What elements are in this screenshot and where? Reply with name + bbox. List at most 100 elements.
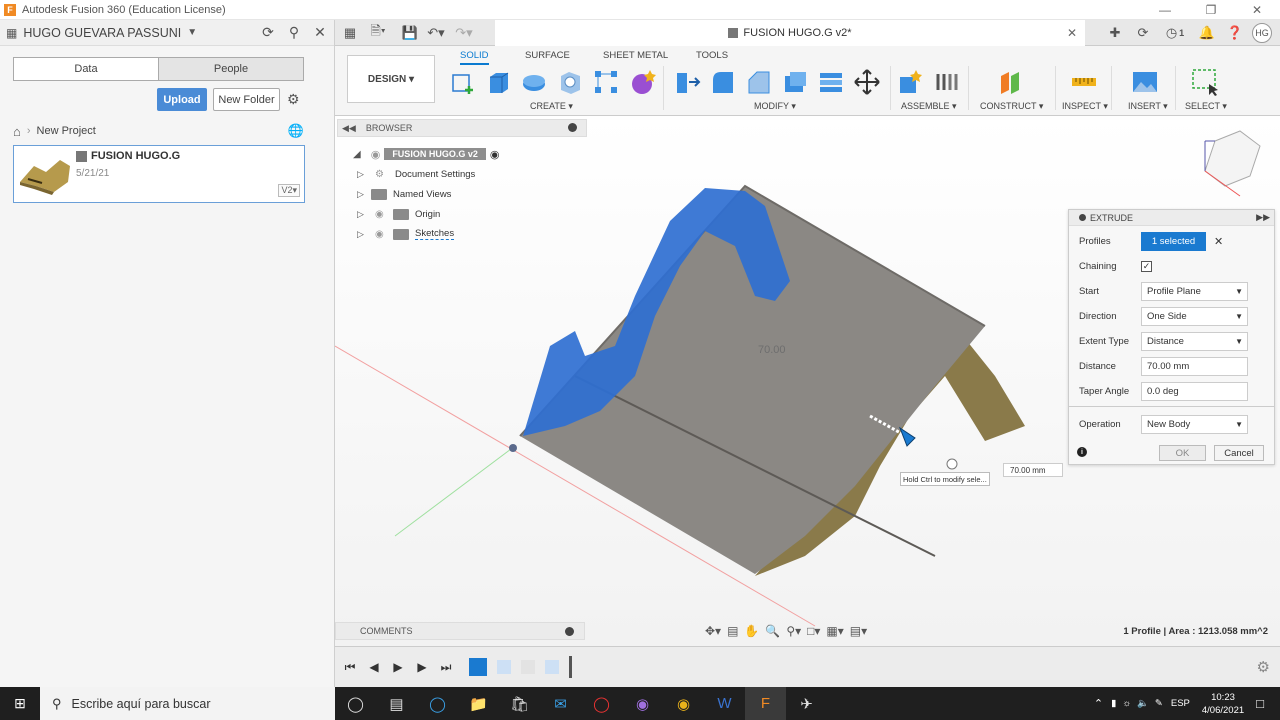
orbit-icon[interactable]: ✥▾ (705, 624, 721, 638)
tab-people[interactable]: People (158, 58, 303, 80)
timeline-feature[interactable] (521, 660, 535, 674)
clear-selection-icon[interactable]: ✕ (1214, 235, 1223, 248)
browser-pin-icon[interactable] (568, 123, 577, 132)
extent-type-dropdown[interactable]: Distance ▼ (1141, 331, 1248, 351)
user-name[interactable]: HUGO GUEVARA PASSUNI (23, 26, 181, 40)
home-icon[interactable]: ⌂ (13, 124, 21, 139)
chrome-icon[interactable]: ◉ (663, 687, 704, 720)
chamfer-icon[interactable] (745, 68, 773, 96)
activate-radio-icon[interactable]: ◉ (490, 148, 500, 161)
press-pull-icon[interactable] (673, 68, 701, 96)
browser-item[interactable]: ▷ ◉ Sketches (357, 225, 455, 243)
create-form-icon[interactable] (628, 68, 656, 96)
store-icon[interactable]: 🛍 (499, 687, 540, 720)
triangle-icon[interactable]: ◢ (353, 149, 361, 160)
new-tab-icon[interactable]: ✚ (1104, 22, 1126, 44)
browser-item[interactable]: ▷ ◉ Origin (357, 205, 440, 223)
view-cube[interactable] (1204, 130, 1261, 187)
expand-icon[interactable]: ▷ (357, 209, 367, 220)
timeline-feature[interactable] (497, 660, 511, 674)
look-at-icon[interactable]: ▤ (727, 624, 738, 638)
expand-icon[interactable]: ▷ (357, 189, 367, 200)
shell-icon[interactable] (781, 68, 809, 96)
ok-button[interactable]: OK (1159, 445, 1206, 461)
hole-icon[interactable] (556, 68, 584, 96)
profiles-selection-button[interactable]: 1 selected (1141, 231, 1206, 251)
close-window-button[interactable]: ✕ (1234, 0, 1280, 20)
zoom-icon[interactable]: 🔍 (765, 624, 780, 638)
sketch-icon[interactable] (448, 68, 476, 96)
start-dropdown[interactable]: Profile Plane ▼ (1141, 281, 1248, 301)
pen-icon[interactable]: ✎ (1155, 698, 1163, 709)
game-icon[interactable]: ◉ (622, 687, 663, 720)
info-icon[interactable]: i (1077, 447, 1087, 457)
construct-menu[interactable]: CONSTRUCT ▾ (980, 101, 1043, 112)
distance-input[interactable]: 70.00 mm (1003, 463, 1063, 477)
timeline-feature[interactable] (545, 660, 559, 674)
undo-icon[interactable]: ↶▾ (425, 22, 447, 44)
eye-icon[interactable]: ◉ (375, 209, 389, 220)
insert-menu[interactable]: INSERT ▾ (1128, 101, 1168, 112)
opera-icon[interactable]: ◯ (581, 687, 622, 720)
new-component-icon[interactable] (896, 68, 924, 96)
mail-icon[interactable]: ✉ (540, 687, 581, 720)
search-icon[interactable]: ⚲ (286, 24, 302, 40)
chevron-down-icon[interactable]: ▼ (187, 27, 197, 38)
minimize-button[interactable]: — (1142, 0, 1188, 20)
tab-solid[interactable]: SOLID (460, 50, 489, 65)
revolve-icon[interactable] (520, 68, 548, 96)
play-icon[interactable]: ▶ (391, 660, 405, 674)
extensions-icon[interactable]: ⟳ (1132, 22, 1154, 44)
volume-icon[interactable]: 🔈 (1137, 698, 1149, 709)
timeline-sketch-feature[interactable] (469, 658, 487, 676)
job-status-icon[interactable]: ◷ 1 (1160, 22, 1190, 44)
collapse-icon[interactable]: ◀◀ (342, 123, 356, 134)
fusion-taskbar-icon[interactable]: F (745, 687, 786, 720)
pattern-icon[interactable] (592, 68, 620, 96)
avatar[interactable]: HG (1252, 23, 1272, 43)
close-icon[interactable]: ✕ (312, 24, 328, 40)
move-icon[interactable] (853, 68, 881, 96)
notifications-icon[interactable]: □ (1256, 696, 1264, 711)
new-folder-button[interactable]: New Folder (213, 88, 280, 111)
browser-root[interactable]: ◢ ◉ FUSION HUGO.G v2 ◉ (353, 146, 499, 162)
grid-settings-icon[interactable]: ▦▾ (826, 624, 843, 638)
workspace-switcher[interactable]: DESIGN ▾ (347, 55, 435, 103)
cortana-icon[interactable]: ◯ (335, 687, 376, 720)
refresh-icon[interactable]: ⟳ (260, 24, 276, 40)
save-icon[interactable]: 💾 (399, 22, 421, 44)
joint-icon[interactable] (932, 68, 960, 96)
browser-item[interactable]: ▷ Named Views (357, 185, 451, 203)
taskbar-search-box[interactable]: ⚲ Escribe aquí para buscar (40, 687, 335, 720)
tab-data[interactable]: Data (14, 58, 158, 80)
create-menu[interactable]: CREATE ▾ (530, 101, 573, 112)
bell-icon[interactable]: 🔔 (1196, 22, 1218, 44)
taper-angle-field[interactable]: 0.0 deg (1141, 381, 1248, 401)
fit-icon[interactable]: ⚲▾ (786, 624, 801, 638)
eye-icon[interactable]: ◉ (375, 229, 389, 240)
window-select-icon[interactable] (1191, 68, 1219, 96)
viewports-icon[interactable]: ▤▾ (850, 624, 867, 638)
direction-dropdown[interactable]: One Side ▼ (1141, 306, 1248, 326)
modify-menu[interactable]: MODIFY ▾ (754, 101, 796, 112)
word-icon[interactable]: W (704, 687, 745, 720)
file-card[interactable]: FUSION HUGO.G 5/21/21 V2▾ (13, 145, 305, 203)
network-icon[interactable]: ☼ (1122, 698, 1131, 709)
3d-viewport[interactable]: ◀◀ BROWSER ◢ ◉ FUSION HUGO.G v2 ◉ ▷ ⚙ Do… (335, 116, 1280, 646)
offset-plane-icon[interactable] (997, 68, 1025, 96)
insert-image-icon[interactable] (1131, 68, 1159, 96)
redo-icon[interactable]: ↷▾ (453, 22, 475, 44)
expand-dialog-icon[interactable]: ▶▶ (1256, 212, 1270, 223)
eye-icon[interactable]: ◉ (371, 148, 381, 161)
tab-surface[interactable]: SURFACE (525, 50, 570, 61)
dialog-pin-icon[interactable] (1079, 214, 1086, 221)
tray-chevron-icon[interactable]: ⌃ (1094, 697, 1103, 710)
version-dropdown[interactable]: V2▾ (278, 184, 300, 197)
expand-icon[interactable]: ▷ (357, 169, 367, 180)
gear-icon[interactable]: ⚙ (1257, 658, 1270, 676)
fillet-icon[interactable] (709, 68, 737, 96)
file-explorer-icon[interactable]: 📁 (458, 687, 499, 720)
clock[interactable]: 10:23 4/06/2021 (1202, 691, 1244, 717)
gear-icon[interactable]: ⚙ (287, 91, 303, 107)
file-menu-icon[interactable]: 🗎▾ (367, 22, 389, 44)
